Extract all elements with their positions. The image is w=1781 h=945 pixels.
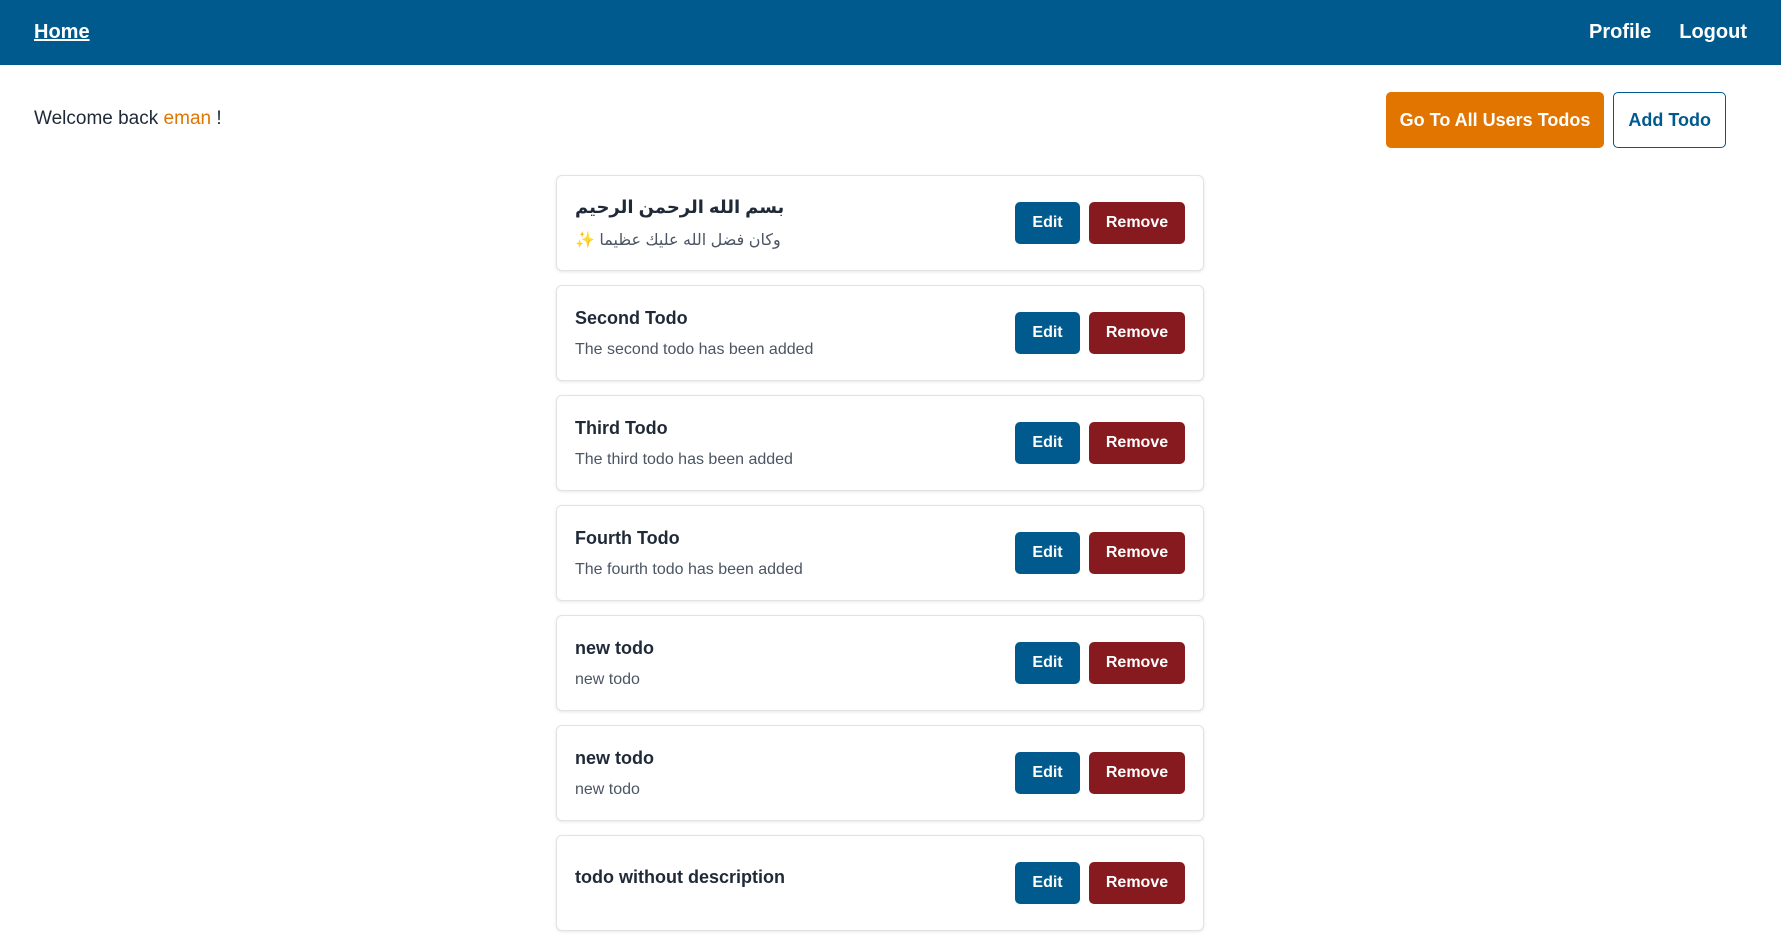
edit-button[interactable]: Edit [1015,862,1080,904]
add-todo-button[interactable]: Add Todo [1613,92,1726,148]
header-actions: Go To All Users Todos Add Todo [1385,92,1726,148]
todo-buttons: Edit Remove [1015,642,1185,684]
todo-title: Second Todo [575,307,688,328]
todo-list: بسم الله الرحمن الرحيم وكان فضل الله علي… [556,175,1204,945]
todo-buttons: Edit Remove [1015,202,1185,244]
todo-title: new todo [575,637,654,658]
welcome-suffix: ! [216,108,222,129]
logout-link[interactable]: Logout [1679,21,1747,44]
remove-button[interactable]: Remove [1089,422,1185,464]
todo-card: بسم الله الرحمن الرحيم وكان فضل الله علي… [556,175,1204,271]
welcome-username: eman [163,108,212,129]
welcome-prefix: Welcome back [34,108,159,129]
remove-button[interactable]: Remove [1089,862,1185,904]
edit-button[interactable]: Edit [1015,202,1080,244]
todo-text: Third Todo The third todo has been added [575,418,793,469]
remove-button[interactable]: Remove [1089,312,1185,354]
edit-button[interactable]: Edit [1015,422,1080,464]
todo-text: Second Todo The second todo has been add… [575,308,813,359]
todo-buttons: Edit Remove [1015,862,1185,904]
welcome-message: Welcome back eman ! [34,108,222,130]
home-link[interactable]: Home [34,21,90,44]
todo-text: new todo new todo [575,748,654,799]
todo-card: new todo new todo Edit Remove [556,615,1204,711]
edit-button[interactable]: Edit [1015,312,1080,354]
todo-description: new todo [575,780,640,798]
top-navbar: Home Profile Logout [0,0,1781,65]
remove-button[interactable]: Remove [1089,532,1185,574]
todo-title: Third Todo [575,417,668,438]
todo-description: new todo [575,670,640,688]
todo-title: todo without description [575,866,785,887]
remove-button[interactable]: Remove [1089,642,1185,684]
todo-text: Fourth Todo The fourth todo has been add… [575,528,803,579]
todo-description: The third todo has been added [575,450,793,468]
edit-button[interactable]: Edit [1015,752,1080,794]
todo-card: todo without description Edit Remove [556,835,1204,931]
todo-buttons: Edit Remove [1015,752,1185,794]
remove-button[interactable]: Remove [1089,202,1185,244]
all-users-todos-button[interactable]: Go To All Users Todos [1385,92,1605,148]
todo-buttons: Edit Remove [1015,422,1185,464]
edit-button[interactable]: Edit [1015,532,1080,574]
todo-title: بسم الله الرحمن الرحيم [575,196,785,217]
todo-text: new todo new todo [575,638,654,689]
remove-button[interactable]: Remove [1089,752,1185,794]
nav-right: Profile Logout [1589,21,1747,44]
edit-button[interactable]: Edit [1015,642,1080,684]
todo-card: Third Todo The third todo has been added… [556,395,1204,491]
todo-text: todo without description [575,867,785,900]
todo-description: وكان فضل الله عليك عظيما ✨ [575,231,781,249]
todo-buttons: Edit Remove [1015,532,1185,574]
profile-link[interactable]: Profile [1589,21,1651,44]
todo-card: new todo new todo Edit Remove [556,725,1204,821]
todo-description: The second todo has been added [575,340,814,358]
todo-description: The fourth todo has been added [575,560,803,578]
todo-text: بسم الله الرحمن الرحيم وكان فضل الله علي… [575,197,784,250]
todo-title: Fourth Todo [575,527,680,548]
todo-card: Second Todo The second todo has been add… [556,285,1204,381]
todo-card: Fourth Todo The fourth todo has been add… [556,505,1204,601]
todo-buttons: Edit Remove [1015,312,1185,354]
todo-title: new todo [575,747,654,768]
